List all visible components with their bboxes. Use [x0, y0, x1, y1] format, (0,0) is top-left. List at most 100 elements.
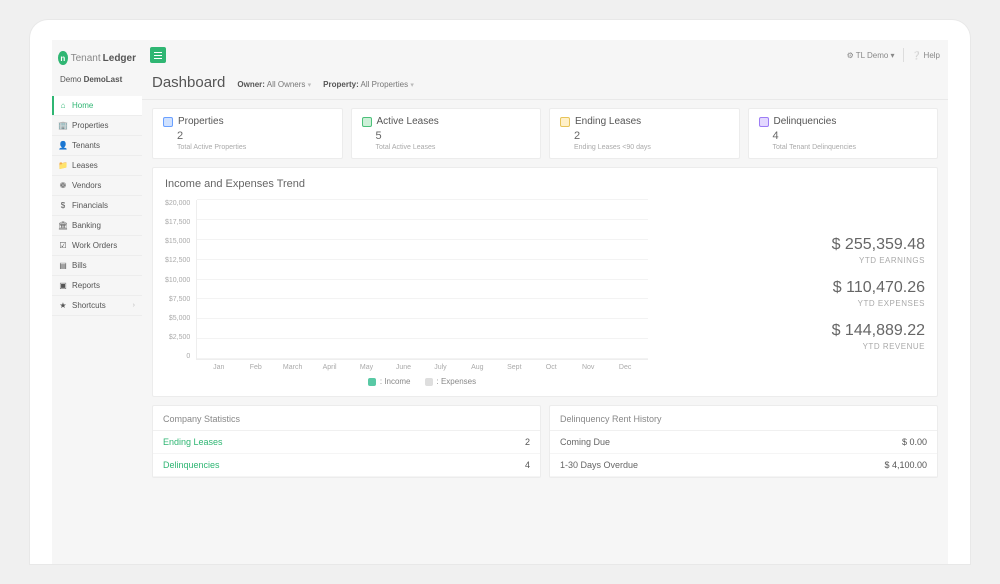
nav-financials[interactable]: $Financials — [52, 196, 142, 216]
nav-work-orders[interactable]: ☑Work Orders — [52, 236, 142, 256]
y-tick: $15,000 — [165, 238, 190, 245]
nav-properties[interactable]: 🏢Properties — [52, 116, 142, 136]
property-filter[interactable]: Property: All Properties — [323, 80, 414, 89]
summary-cards: Properties2Total Active PropertiesActive… — [152, 108, 938, 159]
nav-label: Home — [72, 101, 93, 110]
company-statistics-panel: Company Statistics Ending Leases 2 Delinqu… — [152, 405, 541, 478]
card-delinquencies[interactable]: Delinquencies 4 Total Tenant Delinquencies — [748, 108, 939, 159]
card-subtitle: Total Tenant Delinquencies — [759, 144, 928, 151]
card-value: 5 — [362, 130, 531, 142]
nav-banking[interactable]: 🏛 Banking — [52, 216, 142, 236]
nav-label: Leases — [72, 161, 98, 170]
logo-mark-icon: n — [58, 51, 68, 65]
chart-x-axis: JanFebMarchAprilMayJuneJulyAugSeptOctNov… — [196, 364, 647, 371]
chart-title: Income and Expenses Trend — [165, 178, 925, 190]
nav-shortcuts[interactable]: ★Shortcuts› — [52, 296, 142, 316]
divider — [903, 48, 904, 62]
x-tick: Feb — [237, 364, 274, 371]
nav-tenants[interactable]: 👤Tenants — [52, 136, 142, 156]
nav-label: Banking — [72, 221, 101, 230]
x-tick: Aug — [459, 364, 496, 371]
stat-value: $ 0.00 — [902, 437, 927, 447]
card-label: Active Leases — [377, 116, 439, 127]
nav-icon: ▣ — [59, 282, 67, 290]
main: TL Demo ▾ Help Dashboard Owner: All Owne… — [142, 40, 948, 564]
chevron-down-icon: › — [133, 302, 135, 309]
page-title: Dashboard — [152, 74, 225, 91]
nav-label: Reports — [72, 281, 100, 290]
card-properties[interactable]: Properties2Total Active Properties — [152, 108, 343, 159]
x-tick: Nov — [570, 364, 607, 371]
company-statistics-title: Company Statistics — [153, 406, 540, 431]
nav-label: Shortcuts — [72, 301, 106, 310]
y-tick: $12,500 — [165, 257, 190, 264]
delinquency-history-panel: Delinquency Rent History Coming Due $ 0.0… — [549, 405, 938, 478]
nav-label: Bills — [72, 261, 87, 270]
chart-y-axis: $20,000 $17,500 $15,000 $12,500 $10,000 $7,50… — [165, 200, 196, 360]
delinquency-history-title: Delinquency Rent History — [550, 406, 937, 431]
y-tick: $20,000 — [165, 200, 190, 207]
x-tick: March — [274, 364, 311, 371]
income-expenses-panel: Income and Expenses Trend $20,000 $17,500… — [152, 167, 938, 397]
nav-label: Financials — [72, 201, 108, 210]
x-tick: Jan — [200, 364, 237, 371]
titlebar: Dashboard Owner: All Owners Property: Al… — [142, 70, 948, 100]
brand-word-2: Ledger — [103, 53, 136, 64]
y-tick: $2,500 — [165, 334, 190, 341]
nav-icon: ⌂ — [59, 102, 67, 110]
nav-leases[interactable]: 📁 Leases — [52, 156, 142, 176]
company-stat-row[interactable]: Ending Leases 2 — [153, 431, 540, 454]
card-icon — [759, 117, 769, 127]
y-tick: $10,000 — [165, 277, 190, 284]
chart-plot — [196, 200, 647, 360]
account-menu[interactable]: TL Demo ▾ — [847, 51, 895, 60]
card-icon — [362, 117, 372, 127]
current-user: Demo DemoLast — [52, 75, 142, 96]
sidebar: n Tenant Ledger Demo DemoLast ⌂ Home 🏢Prop… — [52, 40, 142, 564]
owner-filter[interactable]: Owner: All Owners — [237, 80, 311, 89]
stat-value: 4 — [525, 460, 530, 470]
menu-toggle-button[interactable] — [150, 47, 166, 63]
nav-vendors[interactable]: ❁ Vendors — [52, 176, 142, 196]
card-label: Ending Leases — [575, 116, 641, 127]
metric-revenue: $ 144,889.22 YTD REVENUE — [668, 322, 925, 351]
nav-label: Tenants — [72, 141, 100, 150]
card-subtitle: Total Active Leases — [362, 144, 531, 151]
y-tick: $7,500 — [165, 296, 190, 303]
stat-label: 1-30 Days Overdue — [560, 460, 638, 470]
help-link[interactable]: Help — [912, 51, 940, 60]
stat-value: $ 4,100.00 — [884, 460, 927, 470]
stat-value: 2 — [525, 437, 530, 447]
legend-expenses: : Expenses — [425, 377, 477, 386]
legend-income: : Income — [368, 377, 411, 386]
stat-label: Delinquencies — [163, 460, 220, 470]
nav-home[interactable]: ⌂ Home — [52, 96, 142, 116]
x-tick: May — [348, 364, 385, 371]
x-tick: Sept — [496, 364, 533, 371]
x-tick: April — [311, 364, 348, 371]
nav-label: Vendors — [72, 181, 101, 190]
nav-icon: 📁 — [59, 162, 67, 170]
card-value: 2 — [560, 130, 729, 142]
card-icon — [560, 117, 570, 127]
card-active-leases[interactable]: Active Leases 5 Total Active Leases — [351, 108, 542, 159]
nav-bills[interactable]: ▤ Bills — [52, 256, 142, 276]
nav-icon: ☑ — [59, 242, 67, 250]
delinquency-row[interactable]: 1-30 Days Overdue $ 4,100.00 — [550, 454, 937, 477]
company-stat-row[interactable]: Delinquencies 4 — [153, 454, 540, 477]
chart-legend: : Income : Expenses — [196, 377, 647, 386]
card-ending-leases[interactable]: Ending Leases2Ending Leases <90 days — [549, 108, 740, 159]
stat-label: Coming Due — [560, 437, 610, 447]
card-label: Delinquencies — [774, 116, 837, 127]
card-value: 4 — [759, 130, 928, 142]
logo[interactable]: n Tenant Ledger — [52, 47, 142, 75]
nav-icon: 🏛 — [59, 222, 67, 230]
nav-reports[interactable]: ▣ Reports — [52, 276, 142, 296]
delinquency-row[interactable]: Coming Due $ 0.00 — [550, 431, 937, 454]
x-tick: Dec — [607, 364, 644, 371]
y-tick: $17,500 — [165, 219, 190, 226]
nav-icon: ▤ — [59, 262, 67, 270]
x-tick: June — [385, 364, 422, 371]
stat-label: Ending Leases — [163, 437, 223, 447]
nav-icon: ❁ — [59, 182, 67, 190]
